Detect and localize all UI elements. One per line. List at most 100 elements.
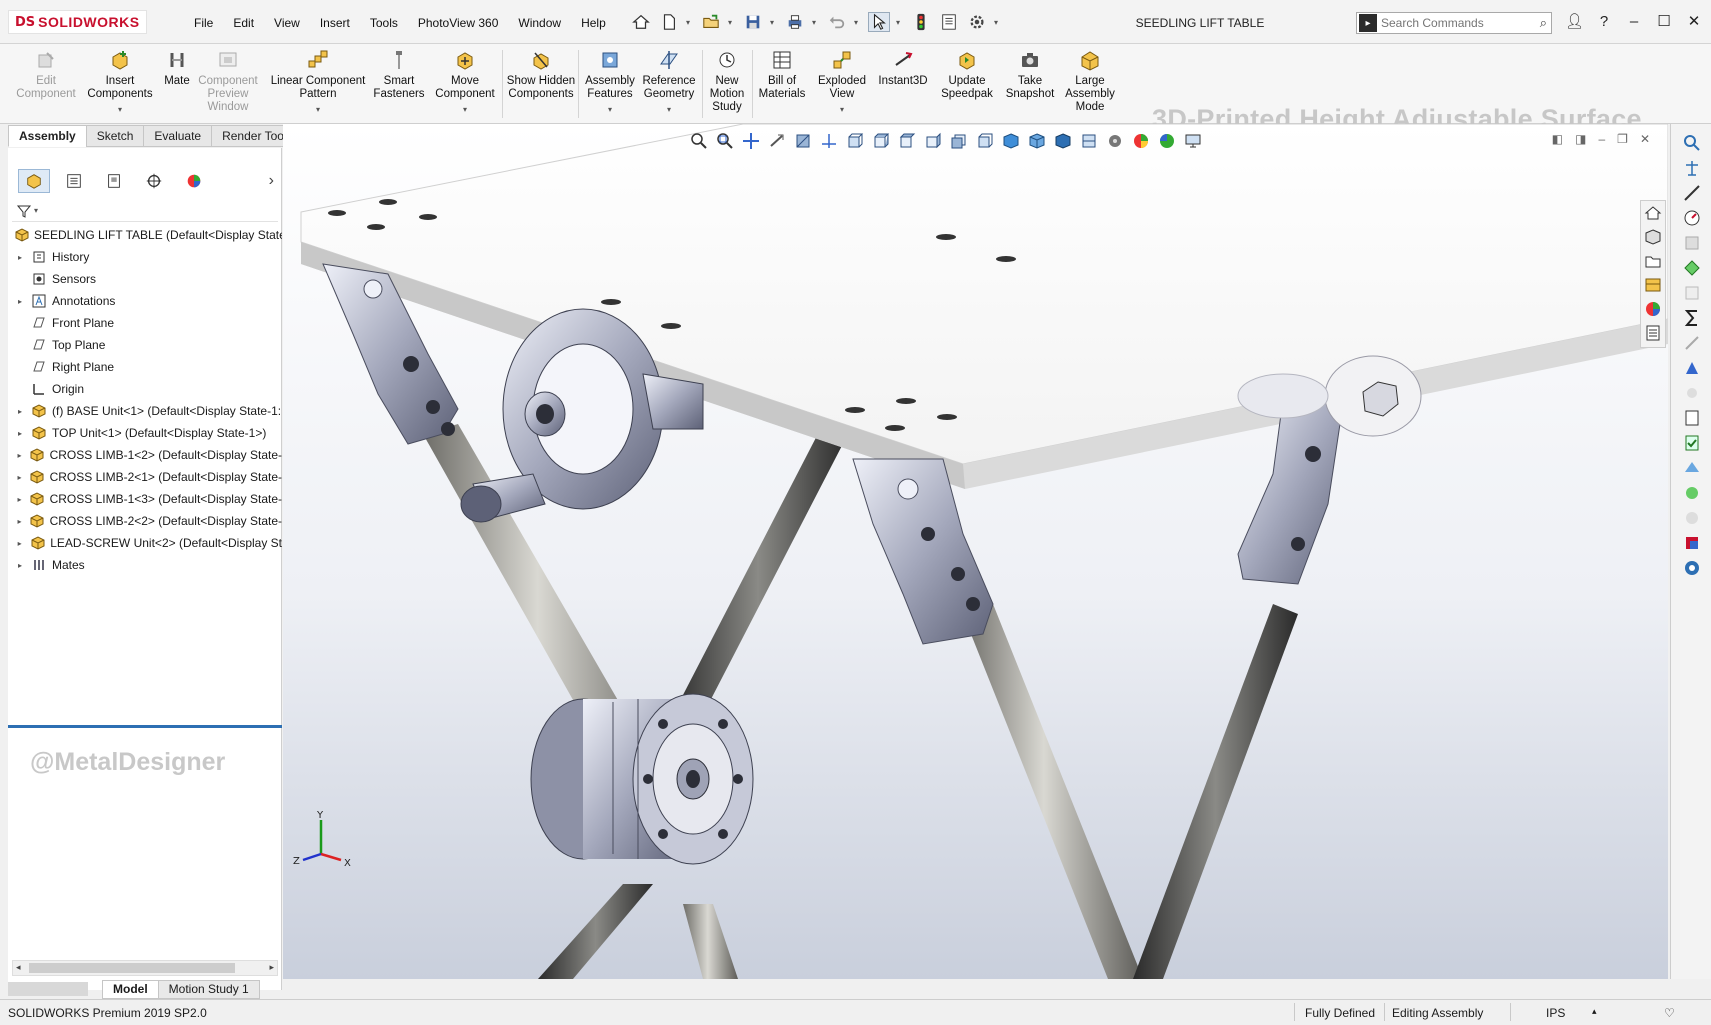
chevron-right-icon[interactable]: › (269, 172, 274, 190)
component-preview-button[interactable]: Component Preview Window (196, 46, 260, 114)
design-library-icon[interactable] (1641, 273, 1665, 297)
reference-geometry-button[interactable]: Reference Geometry ▾ (640, 46, 698, 116)
zoom-to-fit-icon[interactable] (687, 130, 711, 152)
tree-item[interactable]: Front Plane (8, 312, 282, 334)
model-render[interactable] (283, 124, 1668, 979)
menu-help[interactable]: Help (571, 14, 616, 32)
expand-arrow-icon[interactable]: ▸ (14, 495, 25, 504)
viewport-restore-button[interactable]: ❐ (1617, 132, 1628, 146)
tree-item[interactable]: ▸ History (8, 246, 282, 268)
move-component-dropdown-icon[interactable]: ▾ (463, 103, 467, 116)
help-icon[interactable]: ? (1595, 13, 1613, 30)
plugin-4-icon[interactable] (1671, 330, 1711, 355)
units-dropdown-icon[interactable]: ▴ (1592, 1006, 1597, 1017)
minimize-button[interactable]: – (1625, 13, 1643, 30)
apply-scene-icon[interactable] (1129, 130, 1153, 152)
solidworks-logo[interactable]: DS SOLIDWORKS (8, 10, 147, 34)
3d-view-icon[interactable] (1641, 225, 1665, 249)
rebuild-traffic-light-icon[interactable] (910, 12, 932, 32)
balance-icon[interactable] (1671, 155, 1711, 180)
menu-insert[interactable]: Insert (310, 14, 360, 32)
plugin-6-icon[interactable] (1671, 380, 1711, 405)
menu-photoview[interactable]: PhotoView 360 (408, 14, 509, 32)
section-view-icon[interactable] (791, 130, 815, 152)
expand-arrow-icon[interactable]: ▸ (14, 451, 25, 460)
home-icon[interactable] (630, 12, 652, 32)
exploded-view-button[interactable]: Exploded View ▾ (814, 46, 870, 116)
search-input[interactable] (1381, 16, 1521, 30)
tree-item[interactable]: ▸ (f) BASE Unit<1> (Default<Display State… (8, 400, 282, 422)
expand-arrow-icon[interactable]: ▸ (14, 297, 26, 306)
view-cube-1-icon[interactable] (843, 130, 867, 152)
user-icon[interactable]: 👤︎ (1565, 12, 1584, 30)
edit-appearance-icon[interactable] (1103, 130, 1127, 152)
feature-manager-icon[interactable] (18, 169, 50, 193)
search-commands[interactable]: ▸ ⌕ (1356, 12, 1552, 34)
undo-icon[interactable] (826, 12, 848, 32)
insert-components-button[interactable]: Insert Components ▾ (84, 46, 156, 116)
scroll-right-icon[interactable]: ▸ (269, 962, 274, 973)
collapse-right-icon[interactable]: ◨ (1575, 132, 1586, 146)
status-help-icon[interactable]: ♡ (1664, 1006, 1675, 1020)
tree-item[interactable]: ▸ TOP Unit<1> (Default<Display State-1>) (8, 422, 282, 444)
open-dropdown-icon[interactable]: ▾ (728, 18, 736, 27)
expand-arrow-icon[interactable]: ▸ (14, 407, 26, 416)
menu-view[interactable]: View (264, 14, 310, 32)
update-speedpak-button[interactable]: Update Speedpak (936, 46, 998, 101)
print-dropdown-icon[interactable]: ▾ (812, 18, 820, 27)
insert-components-dropdown-icon[interactable]: ▾ (118, 103, 122, 116)
search-icon[interactable]: ⌕ (1540, 15, 1547, 31)
plugin-13-icon[interactable] (1671, 555, 1711, 580)
tree-filter[interactable]: ▾ (12, 200, 278, 222)
tab-sketch[interactable]: Sketch (85, 125, 144, 147)
units-selector[interactable]: IPS (1546, 1006, 1565, 1020)
tab-assembly[interactable]: Assembly (8, 125, 86, 147)
open-folder-icon[interactable] (700, 12, 722, 32)
shaded-edges-icon[interactable] (1025, 130, 1049, 152)
save-icon[interactable] (742, 12, 764, 32)
filter-dropdown-icon[interactable]: ▾ (34, 206, 38, 215)
view-cube-4-icon[interactable] (921, 130, 945, 152)
tree-item[interactable]: ▸ CROSS LIMB-1<3> (Default<Display State- (8, 488, 283, 510)
filter-icon[interactable] (16, 203, 32, 219)
edit-component-button[interactable]: Edit Component (14, 46, 78, 101)
close-button[interactable]: ✕ (1685, 12, 1703, 30)
menu-tools[interactable]: Tools (360, 14, 408, 32)
horizontal-scrollbar[interactable]: ◂ ▸ (12, 960, 278, 976)
select-dropdown-icon[interactable]: ▾ (896, 18, 904, 27)
tree-item[interactable]: ▸ LEAD-SCREW Unit<2> (Default<Display St (8, 532, 282, 554)
plugin-10-icon[interactable] (1671, 480, 1711, 505)
tab-motion-study-1[interactable]: Motion Study 1 (157, 979, 260, 999)
expand-arrow-icon[interactable]: ▸ (14, 253, 26, 262)
move-component-button[interactable]: Move Component ▾ (430, 46, 500, 116)
home-view-icon[interactable] (1641, 201, 1665, 225)
bill-of-materials-button[interactable]: Bill of Materials (754, 46, 810, 101)
view-cube-6-icon[interactable] (973, 130, 997, 152)
plugin-9-icon[interactable] (1671, 455, 1711, 480)
tree-item[interactable]: Top Plane (8, 334, 282, 356)
appearances-icon[interactable] (1641, 297, 1665, 321)
expand-arrow-icon[interactable]: ▸ (14, 517, 25, 526)
previous-view-icon[interactable] (765, 130, 789, 152)
shaded-cube-icon[interactable] (999, 130, 1023, 152)
expand-arrow-icon[interactable]: ▸ (14, 561, 26, 570)
tree-item[interactable]: Right Plane (8, 356, 282, 378)
viewport-close-button[interactable]: ✕ (1640, 132, 1650, 146)
instant3d-button[interactable]: Instant3D (874, 46, 932, 88)
zoom-to-area-icon[interactable] (713, 130, 737, 152)
custom-properties-icon[interactable] (1641, 321, 1665, 345)
display-style-icon[interactable] (1051, 130, 1075, 152)
linear-pattern-dropdown-icon[interactable]: ▾ (316, 103, 320, 116)
sum-icon[interactable] (1671, 305, 1711, 330)
tab-model[interactable]: Model (102, 979, 159, 999)
print-icon[interactable] (784, 12, 806, 32)
folder-icon[interactable] (1641, 249, 1665, 273)
maximize-button[interactable]: ☐ (1655, 12, 1673, 30)
view-settings-icon[interactable] (1155, 130, 1179, 152)
collapse-left-icon[interactable]: ◧ (1552, 132, 1563, 146)
view-cube-3-icon[interactable] (895, 130, 919, 152)
scroll-thumb[interactable] (29, 963, 235, 973)
new-document-icon[interactable] (658, 12, 680, 32)
new-dropdown-icon[interactable]: ▾ (686, 18, 694, 27)
plugin-7-icon[interactable] (1671, 405, 1711, 430)
